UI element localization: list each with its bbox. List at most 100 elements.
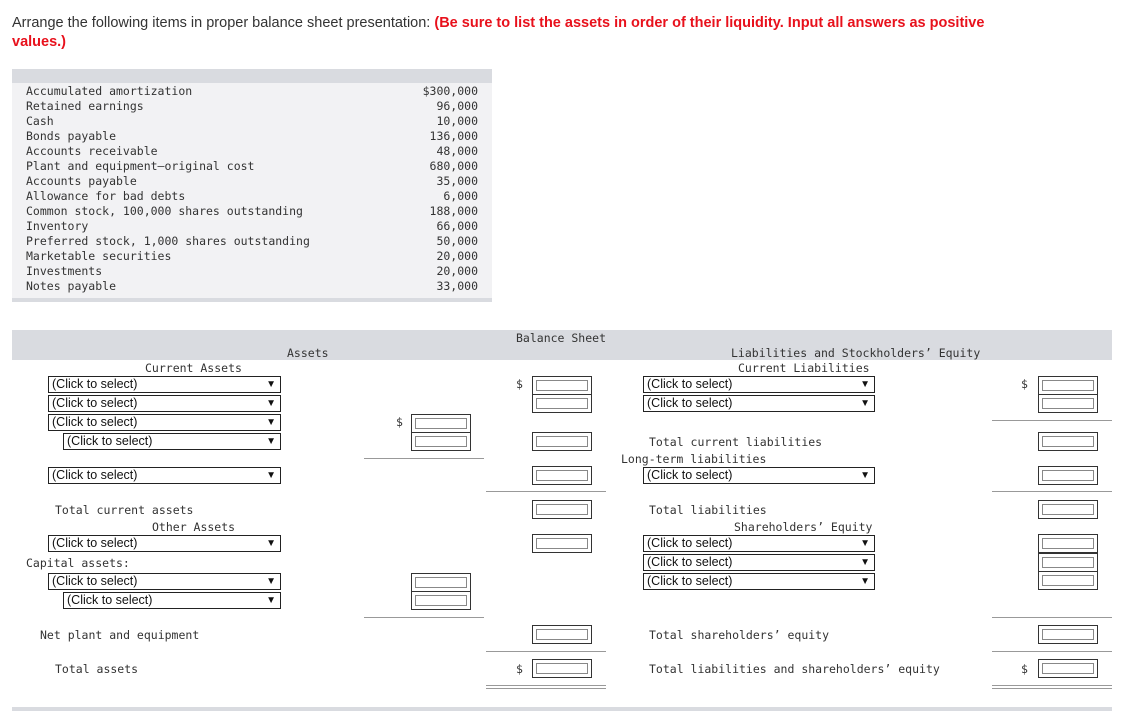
chevron-down-icon: ▼: [266, 538, 276, 549]
net-plant-input[interactable]: [532, 625, 592, 644]
item-row: Preferred stock, 1,000 shares outstandin…: [26, 234, 478, 249]
item-value: 188,000: [429, 204, 478, 218]
item-row: Inventory 66,000: [26, 219, 478, 234]
item-label: Notes payable: [26, 279, 117, 293]
double-underline: [486, 685, 606, 689]
items-table-footer: [12, 298, 492, 302]
item-label: Plant and equipment—original cost: [26, 159, 255, 173]
chevron-down-icon: ▼: [860, 576, 870, 587]
item-row: Allowance for bad debts 6,000: [26, 189, 478, 204]
item-row: Marketable securities 20,000: [26, 249, 478, 264]
shareholders-equity-label: Shareholders’ Equity: [734, 520, 873, 534]
total-current-assets-label: Total current assets: [55, 503, 194, 517]
total-liabilities-equity-label: Total liabilities and shareholders’ equi…: [649, 662, 940, 676]
items-table-header: [12, 69, 492, 83]
capital-asset-contra-select[interactable]: (Click to select) ▼: [63, 592, 281, 609]
equity-select-3[interactable]: (Click to select) ▼: [643, 573, 875, 590]
item-label: Common stock, 100,000 shares outstanding: [26, 204, 303, 218]
instructions-lead: Arrange the following items in proper ba…: [12, 15, 435, 31]
item-value: $300,000: [422, 84, 478, 98]
total-current-liabilities-input[interactable]: [1038, 432, 1098, 451]
asset-inner-input-3[interactable]: [411, 573, 471, 592]
current-asset-select-4[interactable]: (Click to select) ▼: [48, 467, 281, 484]
liability-input-1[interactable]: [1038, 376, 1098, 395]
item-value: 48,000: [436, 144, 478, 158]
chevron-down-icon: ▼: [266, 398, 276, 409]
currency-sign: $: [516, 662, 523, 676]
item-value: 33,000: [436, 279, 478, 293]
current-liability-select-1[interactable]: (Click to select) ▼: [643, 376, 875, 393]
equity-select-2[interactable]: (Click to select) ▼: [643, 554, 875, 571]
asset-input-4[interactable]: [532, 466, 592, 485]
item-row: Accumulated amortization $300,000: [26, 84, 478, 99]
capital-asset-select[interactable]: (Click to select) ▼: [48, 573, 281, 590]
divider: [486, 491, 606, 492]
item-row: Bonds payable 136,000: [26, 129, 478, 144]
divider: [992, 651, 1112, 652]
equity-input-1[interactable]: [1038, 534, 1098, 553]
divider: [992, 491, 1112, 492]
asset-inner-input-2[interactable]: [411, 432, 471, 451]
total-current-assets-input[interactable]: [532, 500, 592, 519]
chevron-down-icon: ▼: [266, 576, 276, 587]
item-row: Accounts receivable 48,000: [26, 144, 478, 159]
total-assets-input[interactable]: [532, 659, 592, 678]
liability-input-2[interactable]: [1038, 394, 1098, 413]
item-value: 96,000: [436, 99, 478, 113]
total-liabilities-equity-input[interactable]: [1038, 659, 1098, 678]
item-value: 136,000: [429, 129, 478, 143]
other-asset-select[interactable]: (Click to select) ▼: [48, 535, 281, 552]
item-label: Marketable securities: [26, 249, 172, 263]
long-term-liability-input[interactable]: [1038, 466, 1098, 485]
chevron-down-icon: ▼: [860, 398, 870, 409]
asset-inner-input-1[interactable]: [411, 414, 471, 433]
current-liability-select-2[interactable]: (Click to select) ▼: [643, 395, 875, 412]
asset-inner-input-4[interactable]: [411, 591, 471, 610]
chevron-down-icon: ▼: [860, 538, 870, 549]
total-shareholders-equity-label: Total shareholders’ equity: [649, 628, 830, 642]
divider: [486, 651, 606, 652]
current-asset-select-3[interactable]: (Click to select) ▼: [48, 414, 281, 431]
net-plant-label: Net plant and equipment: [40, 628, 200, 642]
item-value: 20,000: [436, 249, 478, 263]
equity-input-2[interactable]: [1038, 553, 1098, 572]
other-assets-input[interactable]: [532, 534, 592, 553]
divider: [992, 617, 1112, 618]
current-asset-select-2[interactable]: (Click to select) ▼: [48, 395, 281, 412]
item-label: Cash: [26, 114, 54, 128]
item-label: Inventory: [26, 219, 89, 233]
item-value: 20,000: [436, 264, 478, 278]
currency-sign: $: [1021, 377, 1028, 391]
currency-sign: $: [396, 415, 403, 429]
item-label: Accumulated amortization: [26, 84, 193, 98]
divider: [992, 420, 1112, 421]
total-shareholders-equity-input[interactable]: [1038, 625, 1098, 644]
equity-input-3[interactable]: [1038, 571, 1098, 590]
item-value: 6,000: [443, 189, 478, 203]
item-row: Plant and equipment—original cost 680,000: [26, 159, 478, 174]
equity-select-1[interactable]: (Click to select) ▼: [643, 535, 875, 552]
chevron-down-icon: ▼: [266, 379, 276, 390]
total-assets-label: Total assets: [55, 662, 139, 676]
other-assets-label: Other Assets: [152, 520, 236, 534]
item-value: 10,000: [436, 114, 478, 128]
chevron-down-icon: ▼: [266, 436, 276, 447]
chevron-down-icon: ▼: [266, 595, 276, 606]
item-value: 680,000: [429, 159, 478, 173]
chevron-down-icon: ▼: [266, 417, 276, 428]
asset-input-3[interactable]: [532, 432, 592, 451]
long-term-liability-select[interactable]: (Click to select) ▼: [643, 467, 875, 484]
current-asset-select-1[interactable]: (Click to select) ▼: [48, 376, 281, 393]
item-value: 50,000: [436, 234, 478, 248]
chevron-down-icon: ▼: [860, 470, 870, 481]
total-liabilities-input[interactable]: [1038, 500, 1098, 519]
item-label: Allowance for bad debts: [26, 189, 186, 203]
item-row: Notes payable 33,000: [26, 279, 478, 294]
current-asset-contra-select[interactable]: (Click to select) ▼: [63, 433, 281, 450]
total-current-liabilities-label: Total current liabilities: [649, 435, 823, 449]
asset-input-2[interactable]: [532, 394, 592, 413]
asset-input-1[interactable]: [532, 376, 592, 395]
long-term-liabilities-label: Long-term liabilities: [621, 452, 767, 466]
liabilities-equity-header: Liabilities and Stockholders’ Equity: [731, 346, 981, 360]
divider: [364, 458, 484, 459]
